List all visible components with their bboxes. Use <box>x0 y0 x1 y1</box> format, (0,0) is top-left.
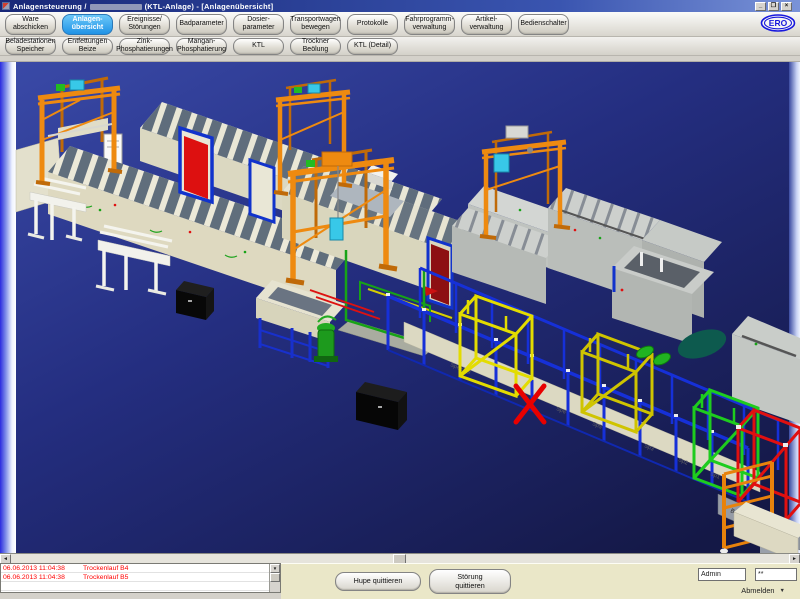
btn-zink-phosphatierungen[interactable]: Zink- Phosphatierungen <box>119 38 170 55</box>
scroll-down-icon[interactable]: ▼ <box>270 564 280 573</box>
btn-anlagenuebersicht[interactable]: Anlagen- übersicht <box>62 14 113 35</box>
window-controls: _ ❐ × <box>755 2 798 11</box>
bottom-bar: 06.06.2013 11:04:38 Trockenlauf B4 06.06… <box>0 563 800 599</box>
black-crate-1 <box>176 281 214 320</box>
app-window: Anlagensteuerung / (KTL-Anlage) - [Anlage… <box>0 0 800 599</box>
btn-ereignisse-stoerungen[interactable]: Ereignisse/ Störungen <box>119 14 170 35</box>
ero-logo-text: ERO <box>769 18 788 28</box>
btn-entfettungen-beize[interactable]: Entfettungen Beize <box>62 38 113 55</box>
logout-label[interactable]: Abmelden <box>741 586 774 595</box>
horizontal-scrollbar[interactable]: ◄ ► <box>0 553 800 563</box>
app-icon <box>2 2 10 10</box>
toolbar-main: Ware abschicken Anlagen- übersicht Ereig… <box>0 12 800 37</box>
alarm-time: 06.06.2013 11:04:38 <box>1 574 83 581</box>
acknowledge-panel: Hupe quittieren Störung quittieren Abmel… <box>281 563 800 599</box>
minimize-button[interactable]: _ <box>755 2 766 11</box>
alarm-vertical-scrollbar[interactable]: ▲ ▼ <box>269 564 280 592</box>
alarm-message: Trockenlauf B5 <box>83 574 128 581</box>
btn-trockner-beoelung[interactable]: Trockner Beölung <box>290 38 341 55</box>
btn-fahrprogrammverwaltung[interactable]: Fahrprogramm- verwaltung <box>404 14 455 35</box>
alarm-list[interactable]: 06.06.2013 11:04:38 Trockenlauf B4 06.06… <box>0 563 281 593</box>
login-area: Abmelden ▼ <box>637 568 797 595</box>
title-bar: Anlagensteuerung / (KTL-Anlage) - [Anlage… <box>0 0 800 12</box>
alarm-rows: 06.06.2013 11:04:38 Trockenlauf B4 06.06… <box>1 564 269 592</box>
title-redacted-text <box>90 4 142 10</box>
btn-ktl-detail[interactable]: KTL (Detail) <box>347 38 398 55</box>
window-title: Anlagensteuerung / (KTL-Anlage) - [Anlage… <box>13 2 273 11</box>
btn-bedienschalter[interactable]: Bedienschalter <box>518 14 569 35</box>
alarm-row[interactable]: 06.06.2013 11:04:38 Trockenlauf B5 <box>1 573 269 582</box>
btn-beladestationen-speicher[interactable]: Beladestationen Speicher <box>5 38 56 55</box>
password-field[interactable] <box>755 568 797 581</box>
btn-mangan-phosphatierung[interactable]: Mangan- Phosphatierung <box>176 38 227 55</box>
alarm-row-empty <box>1 582 269 591</box>
btn-dosierparameter[interactable]: Dosier- parameter <box>233 14 284 35</box>
btn-badparameter[interactable]: Badparameter <box>176 14 227 35</box>
ero-logo: ERO <box>760 14 796 37</box>
btn-ware-abschicken[interactable]: Ware abschicken <box>5 14 56 35</box>
btn-transportwagen-bewegen[interactable]: Transportwagen bewegen <box>290 14 341 35</box>
plant-3d-viewport[interactable]: Speicher Sp6 Sp5 Sp3 Sp2 Sp1 <box>0 62 800 553</box>
user-field[interactable] <box>698 568 746 581</box>
scene-right-edge <box>789 62 800 553</box>
hupe-quittieren-button[interactable]: Hupe quittieren <box>335 572 421 591</box>
scene-left-edge <box>0 62 16 553</box>
btn-ktl[interactable]: KTL <box>233 38 284 55</box>
window-title-right: (KTL-Anlage) - [Anlagenübersicht] <box>145 2 274 11</box>
vscroll-thumb[interactable] <box>270 573 280 582</box>
btn-protokolle[interactable]: Protokolle <box>347 14 398 35</box>
alarm-time: 06.06.2013 11:04:38 <box>1 565 83 572</box>
stoerung-quittieren-button[interactable]: Störung quittieren <box>429 569 511 594</box>
toolbar-sub: Beladestationen Speicher Entfettungen Be… <box>0 37 800 56</box>
dropdown-icon[interactable]: ▼ <box>780 588 785 594</box>
btn-artikelverwaltung[interactable]: Artikel- verwaltung <box>461 14 512 35</box>
tank-door-red <box>180 128 212 202</box>
window-title-left: Anlagensteuerung / <box>13 2 87 11</box>
tank-door-frame <box>250 160 274 222</box>
restore-button[interactable]: ❐ <box>768 2 779 11</box>
alarm-row[interactable]: 06.06.2013 11:04:38 Trockenlauf B4 <box>1 564 269 573</box>
close-button[interactable]: × <box>781 2 792 11</box>
alarm-message: Trockenlauf B4 <box>83 565 128 572</box>
